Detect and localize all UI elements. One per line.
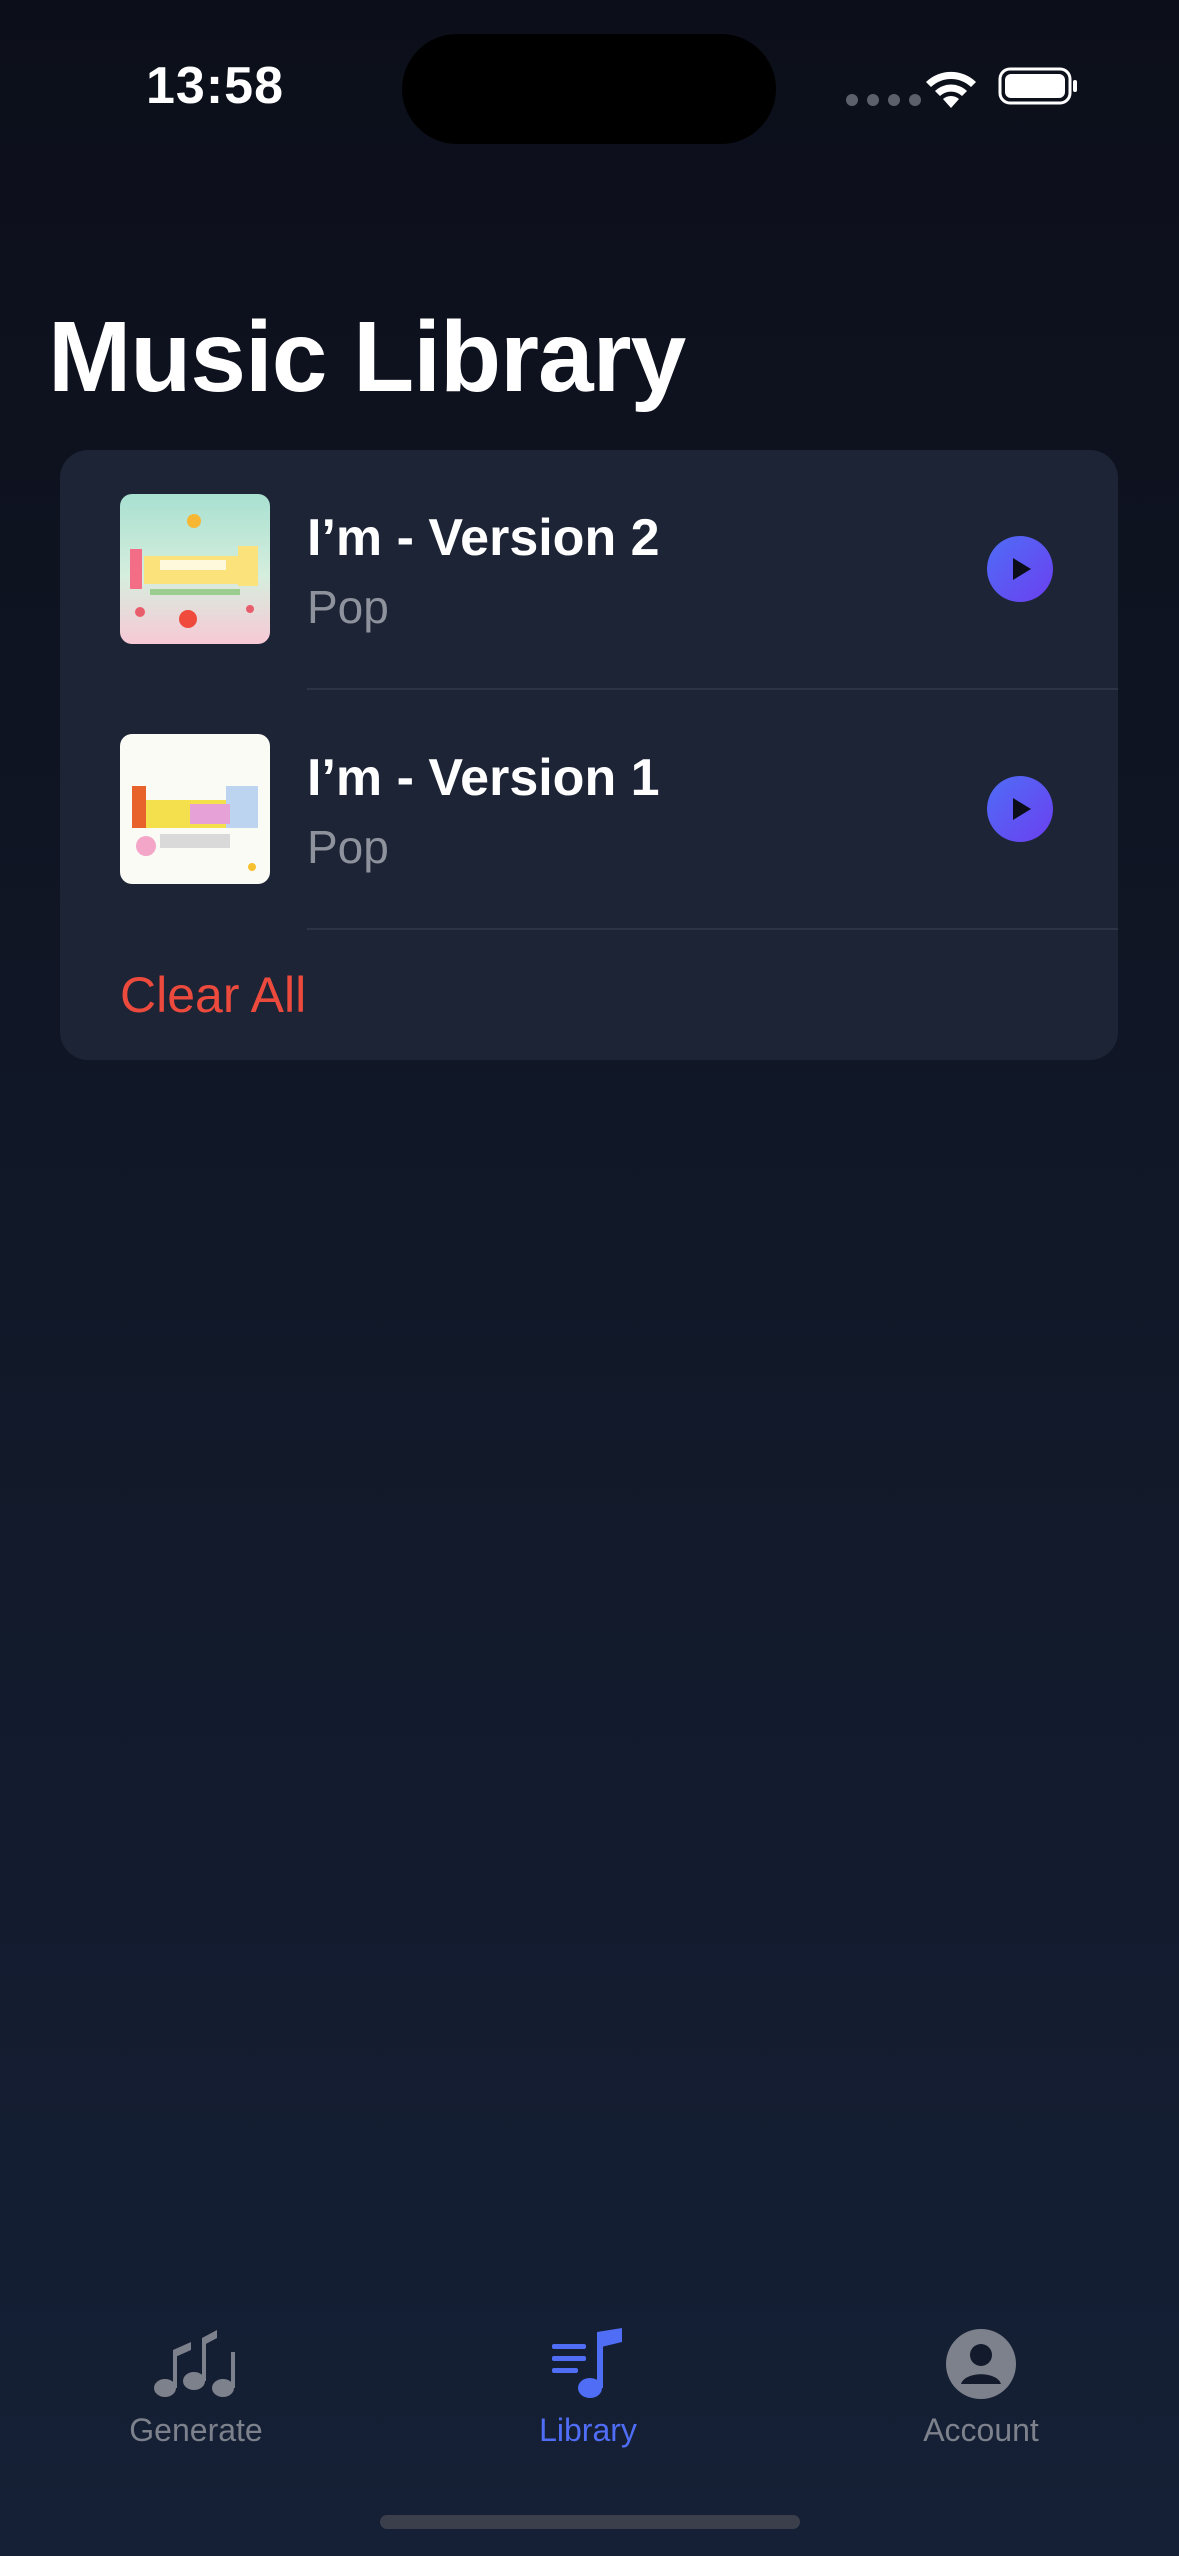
song-genre: Pop (307, 581, 389, 633)
song-row[interactable]: I’m - Version 1 Pop (60, 690, 1118, 930)
home-indicator[interactable] (380, 2515, 800, 2529)
page-title: Music Library (48, 301, 686, 413)
song-row[interactable]: I’m - Version 2 Pop (60, 450, 1118, 690)
tab-label: Library (539, 2412, 637, 2448)
status-time: 13:58 (146, 57, 284, 115)
play-icon (1013, 558, 1031, 580)
divider (307, 928, 1118, 930)
tab-generate[interactable]: Generate (66, 2320, 326, 2449)
music-notes-icon (154, 2330, 235, 2397)
battery-icon (998, 67, 1077, 105)
tab-account[interactable]: Account (851, 2320, 1111, 2449)
tab-library[interactable]: Library (458, 2320, 718, 2449)
song-artwork (120, 494, 270, 644)
song-artwork (120, 734, 270, 884)
tab-label: Account (923, 2412, 1039, 2448)
song-title: I’m - Version 2 (307, 509, 660, 567)
song-title: I’m - Version 1 (307, 749, 660, 807)
clear-all-button[interactable]: Clear All (120, 966, 306, 1024)
cellular-signal-icon (846, 94, 921, 106)
library-list: I’m - Version 2 Pop I’m - Version 1 Pop … (60, 450, 1118, 1060)
song-genre: Pop (307, 821, 389, 873)
play-icon (1013, 798, 1031, 820)
wifi-icon (926, 71, 976, 108)
person-circle-icon (946, 2329, 1016, 2399)
dynamic-island (402, 34, 776, 144)
tab-label: Generate (129, 2412, 263, 2448)
music-list-icon (552, 2328, 622, 2398)
play-button[interactable] (987, 776, 1053, 842)
play-button[interactable] (987, 536, 1053, 602)
